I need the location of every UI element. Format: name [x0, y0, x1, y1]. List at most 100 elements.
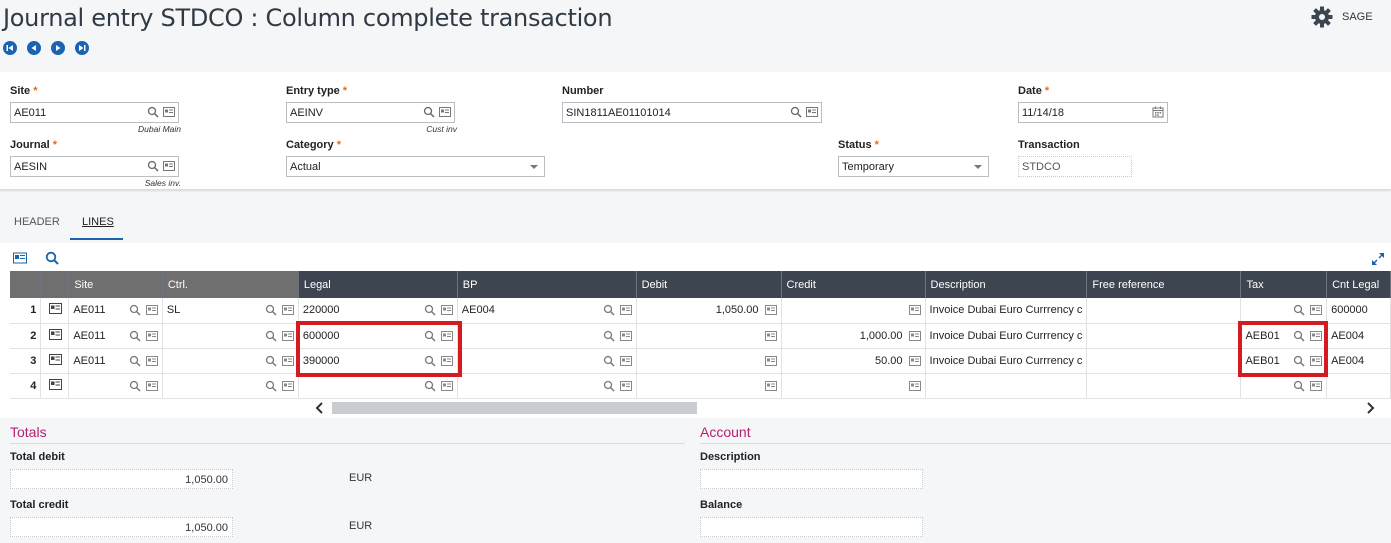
date-field[interactable]: 11/14/18 — [1018, 102, 1168, 123]
search-icon[interactable] — [424, 304, 436, 316]
detail-icon[interactable] — [908, 304, 921, 316]
site-field[interactable]: AE011 — [10, 102, 179, 123]
col-header-legal[interactable]: Legal — [298, 271, 458, 298]
scrollbar-thumb[interactable] — [332, 402, 697, 414]
journal-field[interactable]: AESIN — [10, 156, 179, 177]
search-icon[interactable] — [129, 304, 141, 316]
search-icon[interactable] — [129, 355, 141, 367]
cell-ctrl[interactable] — [162, 348, 299, 374]
detail-icon[interactable] — [439, 106, 451, 118]
cell-free-reference[interactable] — [1086, 298, 1242, 324]
tab-header[interactable]: HEADER — [14, 216, 60, 228]
search-icon[interactable] — [423, 106, 435, 118]
detail-icon[interactable] — [1310, 304, 1323, 316]
detail-icon[interactable] — [163, 160, 175, 172]
detail-icon[interactable] — [281, 380, 294, 392]
detail-icon[interactable] — [908, 380, 921, 392]
detail-icon[interactable] — [619, 330, 632, 342]
col-header-debit[interactable]: Debit — [636, 271, 782, 298]
cell-bp[interactable]: AE004 — [457, 298, 637, 324]
detail-icon[interactable] — [908, 330, 921, 342]
detail-icon[interactable] — [281, 330, 294, 342]
cell-site[interactable]: AE011 — [68, 348, 163, 374]
cell-cnt-legal[interactable]: AE004 — [1326, 323, 1391, 349]
table-row[interactable]: 1 AE011 SL 220000 AE004 1,050.00 Invoice Dubai… — [10, 298, 1391, 324]
cell-cnt-legal[interactable]: AE004 — [1326, 348, 1391, 374]
cell-cnt-legal[interactable] — [1326, 373, 1391, 399]
detail-icon[interactable] — [145, 355, 158, 367]
col-header-tax[interactable]: Tax — [1240, 271, 1328, 298]
search-icon[interactable] — [790, 106, 802, 118]
cell-debit[interactable]: 1,050.00 — [636, 298, 782, 324]
category-select[interactable]: Actual — [286, 156, 545, 177]
status-select[interactable]: Temporary — [838, 156, 989, 177]
row-detail-cell[interactable] — [40, 373, 70, 399]
user-label[interactable]: SAGE — [1342, 11, 1373, 23]
search-icon[interactable] — [603, 380, 615, 392]
col-header-description[interactable]: Description — [925, 271, 1088, 298]
row-detail-cell[interactable] — [40, 298, 70, 324]
row-detail-icon[interactable] — [49, 303, 63, 315]
row-detail-icon[interactable] — [49, 353, 63, 365]
detail-icon[interactable] — [163, 106, 175, 118]
col-header-ctrl[interactable]: Ctrl. — [162, 271, 299, 298]
detail-icon[interactable] — [145, 304, 158, 316]
number-field[interactable]: SIN1811AE01101014 — [562, 102, 822, 123]
grid-search-icon[interactable] — [45, 251, 59, 265]
detail-icon[interactable] — [281, 355, 294, 367]
cell-ctrl[interactable] — [162, 323, 299, 349]
row-detail-cell[interactable] — [40, 323, 70, 349]
detail-icon[interactable] — [764, 330, 777, 342]
cell-tax[interactable] — [1240, 298, 1328, 324]
cell-description[interactable]: Invoice Dubai Euro Currrency c — [925, 348, 1088, 374]
detail-icon[interactable] — [145, 330, 158, 342]
col-header-free-reference[interactable]: Free reference — [1086, 271, 1242, 298]
detail-icon[interactable] — [619, 380, 632, 392]
detail-icon[interactable] — [619, 304, 632, 316]
scroll-left-icon[interactable] — [315, 402, 325, 414]
scroll-right-icon[interactable] — [1365, 402, 1375, 414]
gear-icon[interactable] — [1311, 6, 1333, 33]
tab-lines[interactable]: LINES — [82, 216, 114, 228]
cell-site[interactable] — [68, 373, 163, 399]
cell-credit[interactable]: 50.00 — [781, 348, 926, 374]
table-row[interactable]: 4 — [10, 373, 1391, 399]
detail-icon[interactable] — [764, 355, 777, 367]
search-icon[interactable] — [1293, 304, 1305, 316]
cell-credit[interactable] — [781, 373, 926, 399]
cell-free-reference[interactable] — [1086, 348, 1242, 374]
last-record-button[interactable] — [75, 41, 89, 55]
entry-type-field[interactable]: AEINV — [286, 102, 455, 123]
previous-record-button[interactable] — [27, 41, 41, 55]
cell-description[interactable]: Invoice Dubai Euro Currrency c — [925, 323, 1088, 349]
detail-icon[interactable] — [764, 304, 777, 316]
detail-icon[interactable] — [145, 380, 158, 392]
cell-free-reference[interactable] — [1086, 323, 1242, 349]
table-row[interactable]: 3 AE011 390000 50.00 Invoice Dubai Euro Curr… — [10, 348, 1391, 374]
expand-icon[interactable] — [1371, 252, 1385, 266]
cell-legal[interactable]: 220000 — [298, 298, 458, 324]
cell-debit[interactable] — [636, 348, 782, 374]
detail-icon[interactable] — [281, 304, 294, 316]
cell-description[interactable] — [925, 373, 1088, 399]
detail-icon[interactable] — [806, 106, 818, 118]
search-icon[interactable] — [265, 304, 277, 316]
cell-free-reference[interactable] — [1086, 373, 1242, 399]
cell-credit[interactable]: 1,000.00 — [781, 323, 926, 349]
detail-icon[interactable] — [764, 380, 777, 392]
search-icon[interactable] — [147, 106, 159, 118]
cell-ctrl[interactable]: SL — [162, 298, 299, 324]
search-icon[interactable] — [265, 380, 277, 392]
first-record-button[interactable] — [3, 41, 17, 55]
cell-bp[interactable] — [457, 348, 637, 374]
search-icon[interactable] — [129, 380, 141, 392]
cell-description[interactable]: Invoice Dubai Euro Currrency c — [925, 298, 1088, 324]
search-icon[interactable] — [147, 160, 159, 172]
cell-site[interactable]: AE011 — [68, 323, 163, 349]
row-detail-icon[interactable] — [49, 378, 63, 390]
next-record-button[interactable] — [51, 41, 65, 55]
search-icon[interactable] — [424, 380, 436, 392]
search-icon[interactable] — [603, 330, 615, 342]
col-header-site[interactable]: Site — [68, 271, 163, 298]
search-icon[interactable] — [603, 304, 615, 316]
